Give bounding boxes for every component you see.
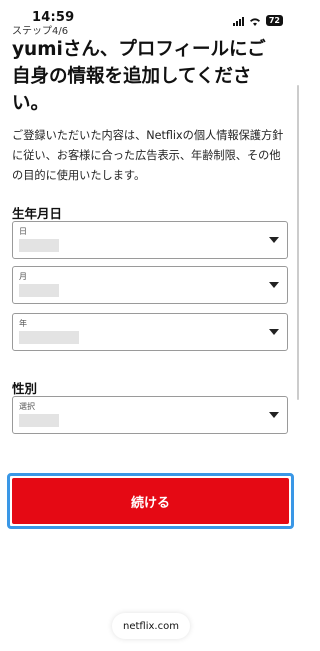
privacy-description: ご登録いただいた内容は、Netflixの個人情報保護方針に従い、お客様に合った広… [12,129,284,182]
continue-button[interactable]: 続ける [7,473,294,529]
month-value-redacted [19,284,59,297]
year-select[interactable]: 年 [12,313,288,351]
gender-value-redacted [19,414,59,427]
url-bar[interactable]: netflix.com [112,613,190,639]
day-caption: 日 [19,227,27,236]
month-caption: 月 [19,272,27,281]
page-title: yumiさん、プロフィールにご自身の情報を追加してください。 [12,39,266,114]
year-value-redacted [19,331,79,344]
gender-label: 性別 [12,381,38,396]
month-select[interactable]: 月 [12,266,288,304]
chevron-down-icon [269,412,279,418]
chevron-down-icon [269,237,279,243]
gender-select[interactable]: 選択 [12,396,288,434]
chevron-down-icon [269,282,279,288]
day-value-redacted [19,239,59,252]
cellular-signal-icon [232,16,244,26]
chevron-down-icon [269,329,279,335]
scrollbar[interactable] [297,85,299,400]
continue-button-label: 続ける [12,478,289,524]
battery-icon: 72 [265,15,283,26]
year-caption: 年 [19,319,27,328]
status-icons: 72 [232,11,283,30]
step-indicator: ステップ4/6 [12,26,69,37]
dob-label: 生年月日 [12,206,63,221]
wifi-icon [249,11,261,30]
day-select[interactable]: 日 [12,221,288,259]
gender-caption: 選択 [19,402,35,411]
